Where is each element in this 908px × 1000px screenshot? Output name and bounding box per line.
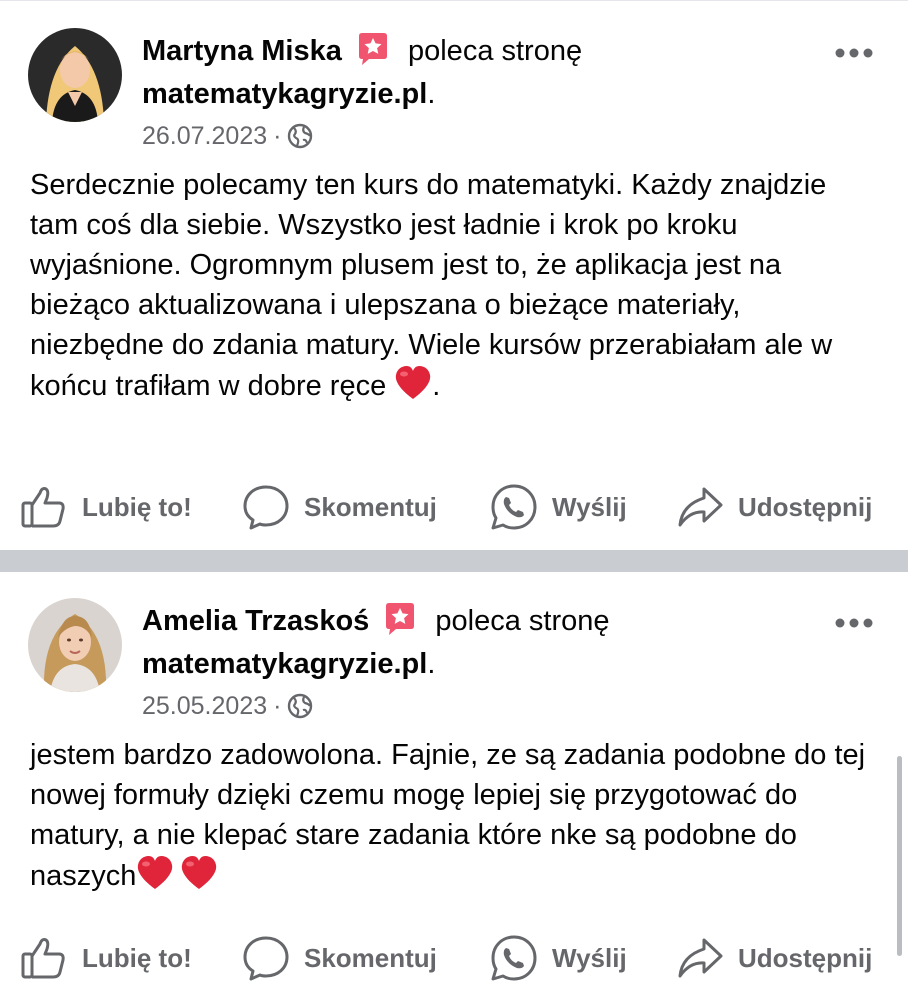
comment-label: Skomentuj [304, 491, 437, 522]
action-bar: Lubię to! Skomentuj Wyślij Udostępnij [0, 928, 908, 988]
post-text: Serdecznie polecamy ten kurs do matematy… [30, 165, 880, 406]
send-label: Wyślij [552, 942, 627, 973]
page-line: matematykagryzie.pl. [142, 78, 435, 111]
meta-separator: · [273, 692, 282, 720]
like-label: Lubię to! [82, 942, 192, 973]
whatsapp-icon [491, 935, 537, 981]
more-options-ellipsis-icon[interactable] [834, 46, 874, 58]
red-heart-icon [136, 855, 174, 891]
post-card: Martyna Miska poleca stronę matematykagr… [0, 0, 908, 550]
recommend-action-text: poleca stronę [435, 605, 610, 637]
post-date[interactable]: 25.05.2023 [142, 692, 267, 720]
page-name-link[interactable]: matematykagryzie.pl [142, 78, 427, 110]
share-label: Udostępnij [738, 942, 873, 973]
red-heart-icon [394, 365, 432, 401]
more-options-ellipsis-icon[interactable] [834, 616, 874, 628]
period: . [427, 648, 436, 680]
share-arrow-icon [678, 487, 723, 527]
red-heart-icon [180, 855, 218, 891]
post-date[interactable]: 26.07.2023 [142, 122, 267, 150]
like-button[interactable]: Lubię to! [20, 477, 192, 537]
like-button[interactable]: Lubię to! [20, 928, 192, 988]
page-line: matematykagryzie.pl. [142, 648, 435, 681]
star-speech-bubble-icon [356, 32, 390, 66]
post-meta: 26.07.2023 · [142, 122, 313, 151]
post-text-end: . [432, 370, 441, 402]
comment-label: Skomentuj [304, 942, 437, 973]
meta-separator: · [273, 122, 282, 150]
post-header: Martyna Miska poleca stronę [142, 32, 582, 68]
comment-button[interactable]: Skomentuj [242, 928, 437, 988]
comment-bubble-icon [243, 485, 289, 530]
post-text: jestem bardzo zadowolona. Fajnie, ze są … [30, 735, 880, 896]
author-name[interactable]: Amelia Trzaskoś [142, 605, 369, 637]
page-name-link[interactable]: matematykagryzie.pl [142, 648, 427, 680]
like-label: Lubię to! [82, 491, 192, 522]
share-button[interactable]: Udostępnij [676, 928, 872, 988]
post-meta: 25.05.2023 · [142, 692, 313, 721]
thumbs-up-icon [21, 487, 65, 528]
avatar[interactable] [28, 28, 122, 122]
post-divider [0, 550, 908, 572]
post-card: Amelia Trzaskoś poleca stronę matematyka… [0, 572, 908, 1000]
globe-icon[interactable] [287, 693, 313, 719]
top-border [0, 0, 908, 1]
comment-bubble-icon [243, 936, 289, 981]
scrollbar[interactable] [897, 756, 902, 956]
period: . [427, 78, 436, 110]
author-name[interactable]: Martyna Miska [142, 35, 342, 67]
avatar[interactable] [28, 598, 122, 692]
post-text-content: Serdecznie polecamy ten kurs do matematy… [30, 169, 841, 402]
recommend-action-text: poleca stronę [407, 35, 583, 67]
whatsapp-icon [491, 484, 537, 530]
star-speech-bubble-icon [383, 602, 417, 636]
share-arrow-icon [678, 938, 723, 978]
share-button[interactable]: Udostępnij [676, 477, 872, 537]
send-label: Wyślij [552, 491, 627, 522]
thumbs-up-icon [21, 938, 65, 979]
globe-icon[interactable] [287, 123, 313, 149]
post-header: Amelia Trzaskoś poleca stronę [142, 602, 610, 638]
share-label: Udostępnij [738, 491, 873, 522]
send-button[interactable]: Wyślij [490, 477, 627, 537]
comment-button[interactable]: Skomentuj [242, 477, 437, 537]
send-button[interactable]: Wyślij [490, 928, 627, 988]
action-bar: Lubię to! Skomentuj Wyślij Udostępnij [0, 477, 908, 537]
